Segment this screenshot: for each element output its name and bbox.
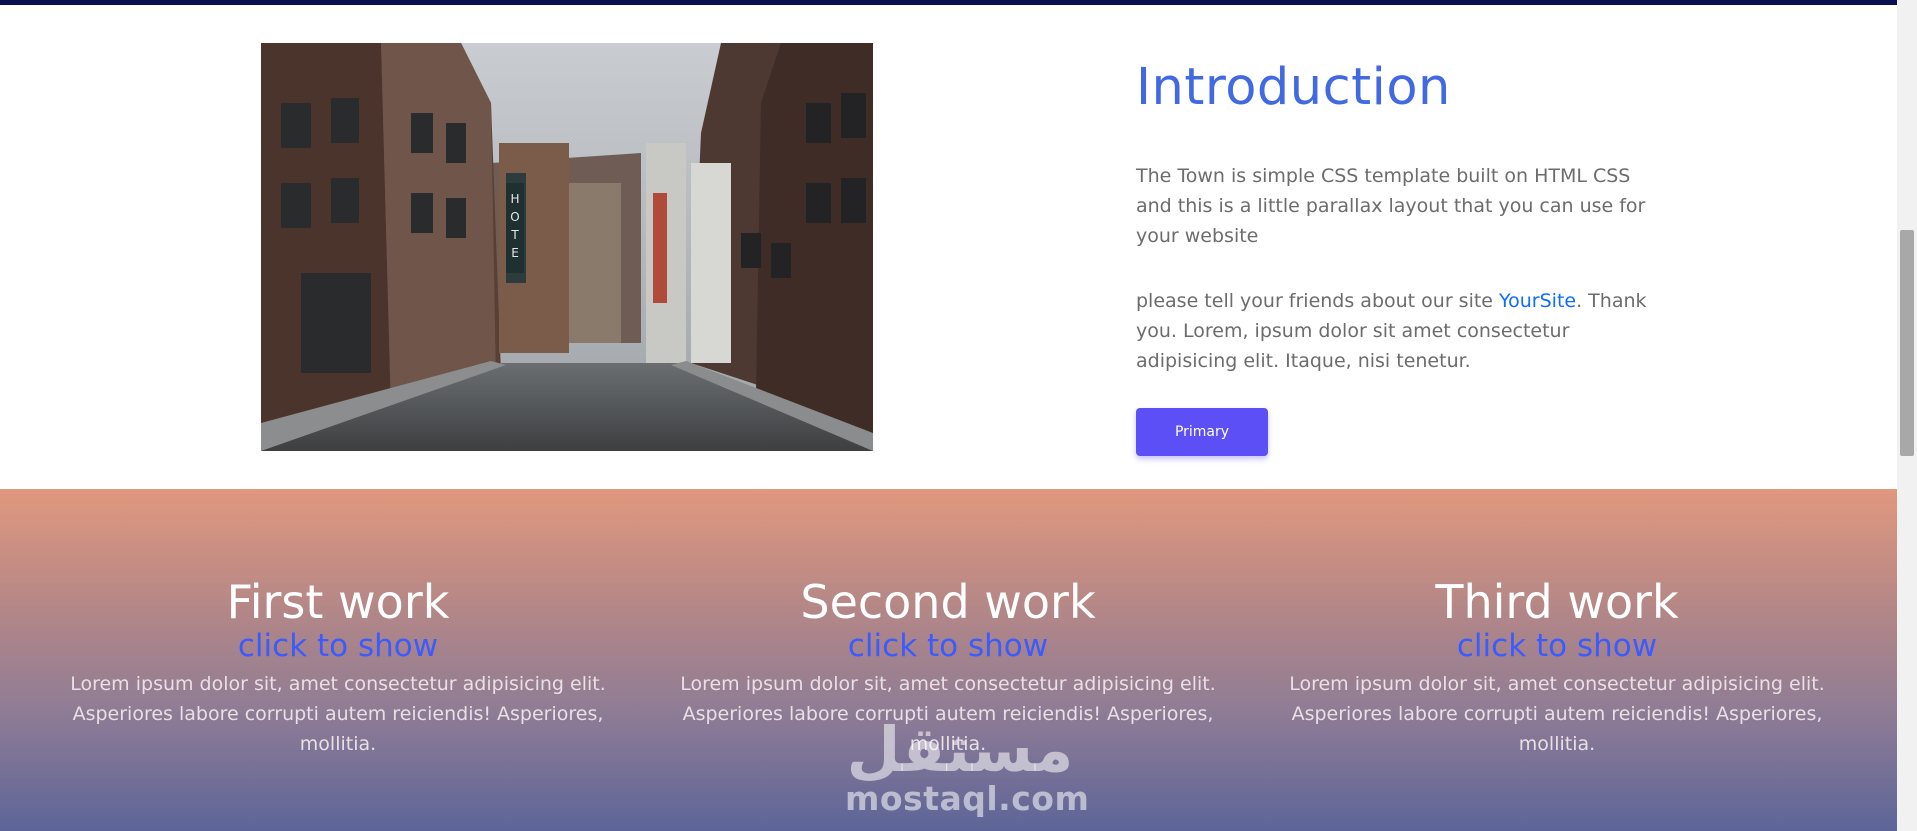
intro-paragraph-2-start: please tell your friends about our site (1136, 290, 1500, 312)
watermark-latin: mostaql.com (845, 779, 1090, 818)
svg-text:H: H (510, 192, 519, 206)
click-to-show-link[interactable]: click to show (58, 629, 618, 663)
page: H O T E Introduction The Town is simple … (0, 0, 1917, 831)
intro-text: Introduction The Town is simple CSS temp… (1136, 55, 1656, 456)
work-card-third: Third work click to show Lorem ipsum dol… (1277, 575, 1837, 759)
work-title: Second work (800, 575, 1096, 629)
intro-paragraph-2: please tell your friends about our site … (1136, 286, 1656, 376)
intro-title: Introduction (1136, 58, 1451, 117)
work-title: First work (226, 575, 450, 629)
work-description: Lorem ipsum dolor sit, amet consectetur … (70, 673, 606, 755)
vertical-scrollbar[interactable] (1897, 0, 1917, 831)
click-to-show-link[interactable]: click to show (668, 629, 1228, 663)
click-to-show-link[interactable]: click to show (1277, 629, 1837, 663)
mostaql-watermark: مستقل mostaql.com (845, 713, 1090, 818)
work-description: Lorem ipsum dolor sit, amet consectetur … (1289, 673, 1825, 755)
watermark-arabic: مستقل (846, 713, 1074, 786)
svg-text:E: E (511, 246, 519, 260)
work-title: Third work (1435, 575, 1679, 629)
scrollbar-thumb[interactable] (1900, 230, 1914, 456)
intro-photo: H O T E (261, 43, 873, 451)
svg-text:O: O (510, 210, 519, 224)
intro-section: H O T E Introduction The Town is simple … (0, 5, 1897, 489)
town-street-image: H O T E (261, 43, 873, 451)
svg-text:T: T (510, 228, 519, 242)
work-card-first: First work click to show Lorem ipsum dol… (58, 575, 618, 759)
yoursite-link[interactable]: YourSite (1499, 290, 1576, 312)
primary-button[interactable]: Primary (1136, 408, 1268, 456)
intro-paragraph-1: The Town is simple CSS template built on… (1136, 165, 1646, 247)
